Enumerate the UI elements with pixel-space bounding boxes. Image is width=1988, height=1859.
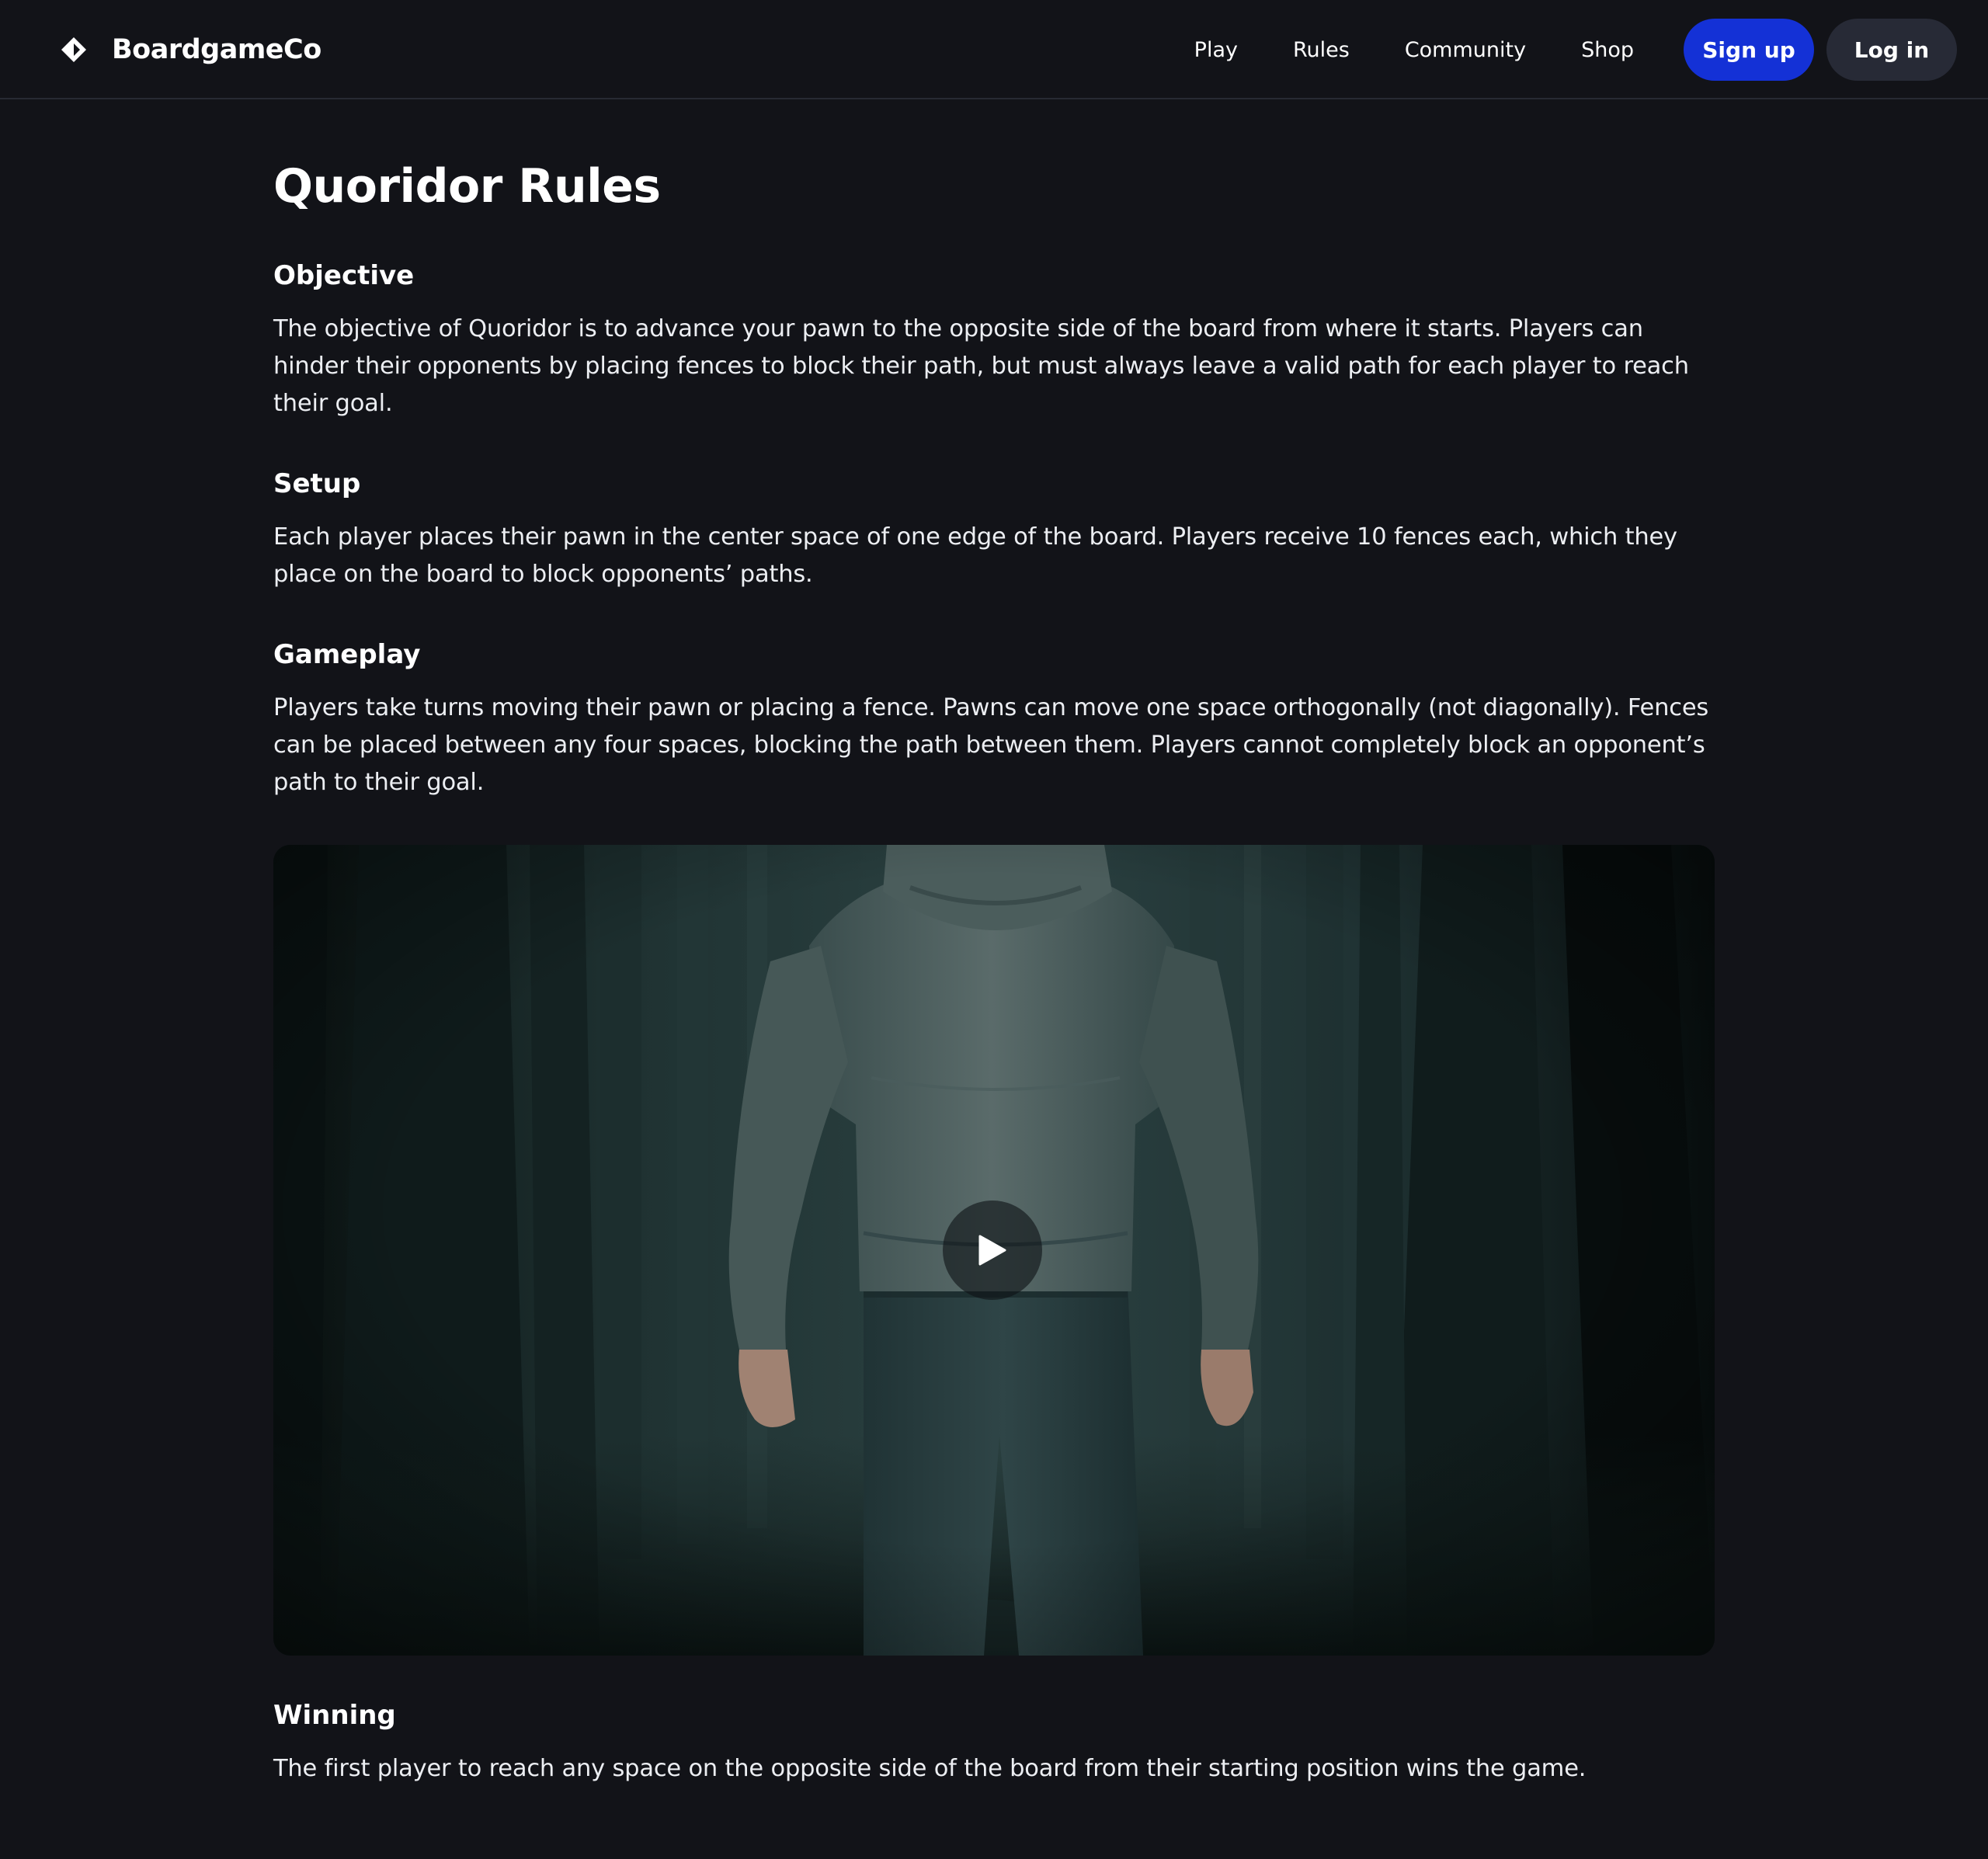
brand-name: BoardgameCo [112, 34, 321, 65]
login-button[interactable]: Log in [1826, 19, 1957, 81]
main-nav: Play Rules Community Shop Sign up Log in [1194, 19, 1957, 81]
winning-text: The first player to reach any space on t… [273, 1755, 1587, 1782]
nav-link-community[interactable]: Community [1405, 38, 1526, 62]
setup-heading: Setup [273, 468, 361, 499]
objective-heading: Objective [273, 260, 415, 291]
nav-link-play[interactable]: Play [1194, 38, 1238, 62]
signup-button[interactable]: Sign up [1684, 19, 1814, 81]
objective-text: The objective of Quoridor is to advance … [273, 315, 1689, 417]
nav-link-shop[interactable]: Shop [1581, 38, 1634, 62]
diamond-logo-icon [61, 37, 86, 62]
nav-link-rules[interactable]: Rules [1293, 38, 1350, 62]
gameplay-heading: Gameplay [273, 639, 421, 670]
rules-article: Quoridor Rules Objective The objective o… [273, 148, 1715, 1788]
top-navigation-bar: BoardgameCo Play Rules Community Shop Si… [0, 0, 1988, 99]
page-title: Quoridor Rules [273, 159, 661, 214]
gameplay-text: Players take turns moving their pawn or … [273, 694, 1709, 796]
play-icon [978, 1235, 1006, 1266]
rules-video-player[interactable] [273, 845, 1715, 1656]
brand[interactable]: BoardgameCo [61, 28, 321, 71]
winning-heading: Winning [273, 1700, 396, 1731]
setup-text: Each player places their pawn in the cen… [273, 523, 1677, 588]
play-button[interactable] [943, 1201, 1042, 1300]
